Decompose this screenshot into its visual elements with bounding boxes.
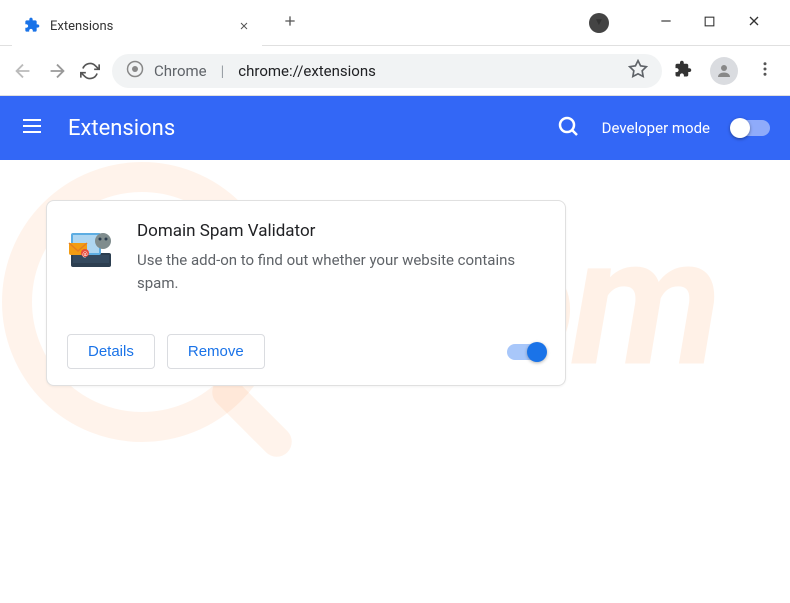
card-header: @ Domain Spam Validator Use the add-on t… — [67, 221, 545, 294]
profile-avatar[interactable] — [710, 57, 738, 85]
extension-name: Domain Spam Validator — [137, 221, 545, 241]
extension-info: Domain Spam Validator Use the add-on to … — [137, 221, 545, 294]
close-window-button[interactable] — [746, 13, 762, 33]
card-actions: Details Remove — [67, 334, 545, 369]
address-url: chrome://extensions — [238, 62, 376, 80]
new-tab-button[interactable] — [282, 13, 298, 33]
developer-mode-label: Developer mode — [602, 119, 710, 137]
minimize-button[interactable] — [659, 13, 673, 32]
toggle-knob — [730, 118, 750, 138]
reload-button[interactable] — [80, 61, 100, 81]
extensions-puzzle-icon[interactable] — [674, 60, 692, 82]
extension-description: Use the add-on to find out whether your … — [137, 249, 545, 294]
tab-close-button[interactable] — [238, 17, 250, 36]
window-titlebar: Extensions ▼ — [0, 0, 790, 46]
address-bar[interactable]: Chrome | chrome://extensions — [112, 54, 662, 88]
back-button[interactable] — [12, 60, 34, 82]
extension-icon — [24, 17, 40, 37]
svg-text:@: @ — [82, 251, 88, 258]
chrome-icon — [126, 60, 144, 82]
toolbar-right — [674, 57, 778, 85]
extensions-header: Extensions Developer mode — [0, 96, 790, 160]
header-right: Developer mode — [556, 114, 770, 142]
extension-card: @ Domain Spam Validator Use the add-on t… — [46, 200, 566, 386]
address-separator: | — [217, 62, 229, 80]
content-area: @ Domain Spam Validator Use the add-on t… — [0, 160, 790, 426]
page-title: Extensions — [68, 116, 175, 141]
toggle-knob — [527, 342, 547, 362]
tab-title: Extensions — [50, 19, 228, 34]
kebab-menu-icon[interactable] — [756, 60, 774, 82]
address-prefix: Chrome — [154, 62, 207, 80]
hamburger-menu-icon[interactable] — [20, 114, 44, 142]
details-button[interactable]: Details — [67, 334, 155, 369]
tab-search-button[interactable]: ▼ — [589, 13, 609, 33]
bookmark-star-icon[interactable] — [628, 59, 648, 83]
extension-enable-toggle[interactable] — [507, 344, 545, 360]
forward-button[interactable] — [46, 60, 68, 82]
browser-tab[interactable]: Extensions — [12, 8, 262, 46]
extension-app-icon: @ — [67, 225, 115, 273]
maximize-button[interactable] — [703, 13, 716, 32]
remove-button[interactable]: Remove — [167, 334, 265, 369]
developer-mode-toggle[interactable] — [732, 120, 770, 136]
browser-toolbar: Chrome | chrome://extensions — [0, 46, 790, 96]
window-controls: ▼ — [589, 13, 790, 33]
search-icon[interactable] — [556, 114, 580, 142]
